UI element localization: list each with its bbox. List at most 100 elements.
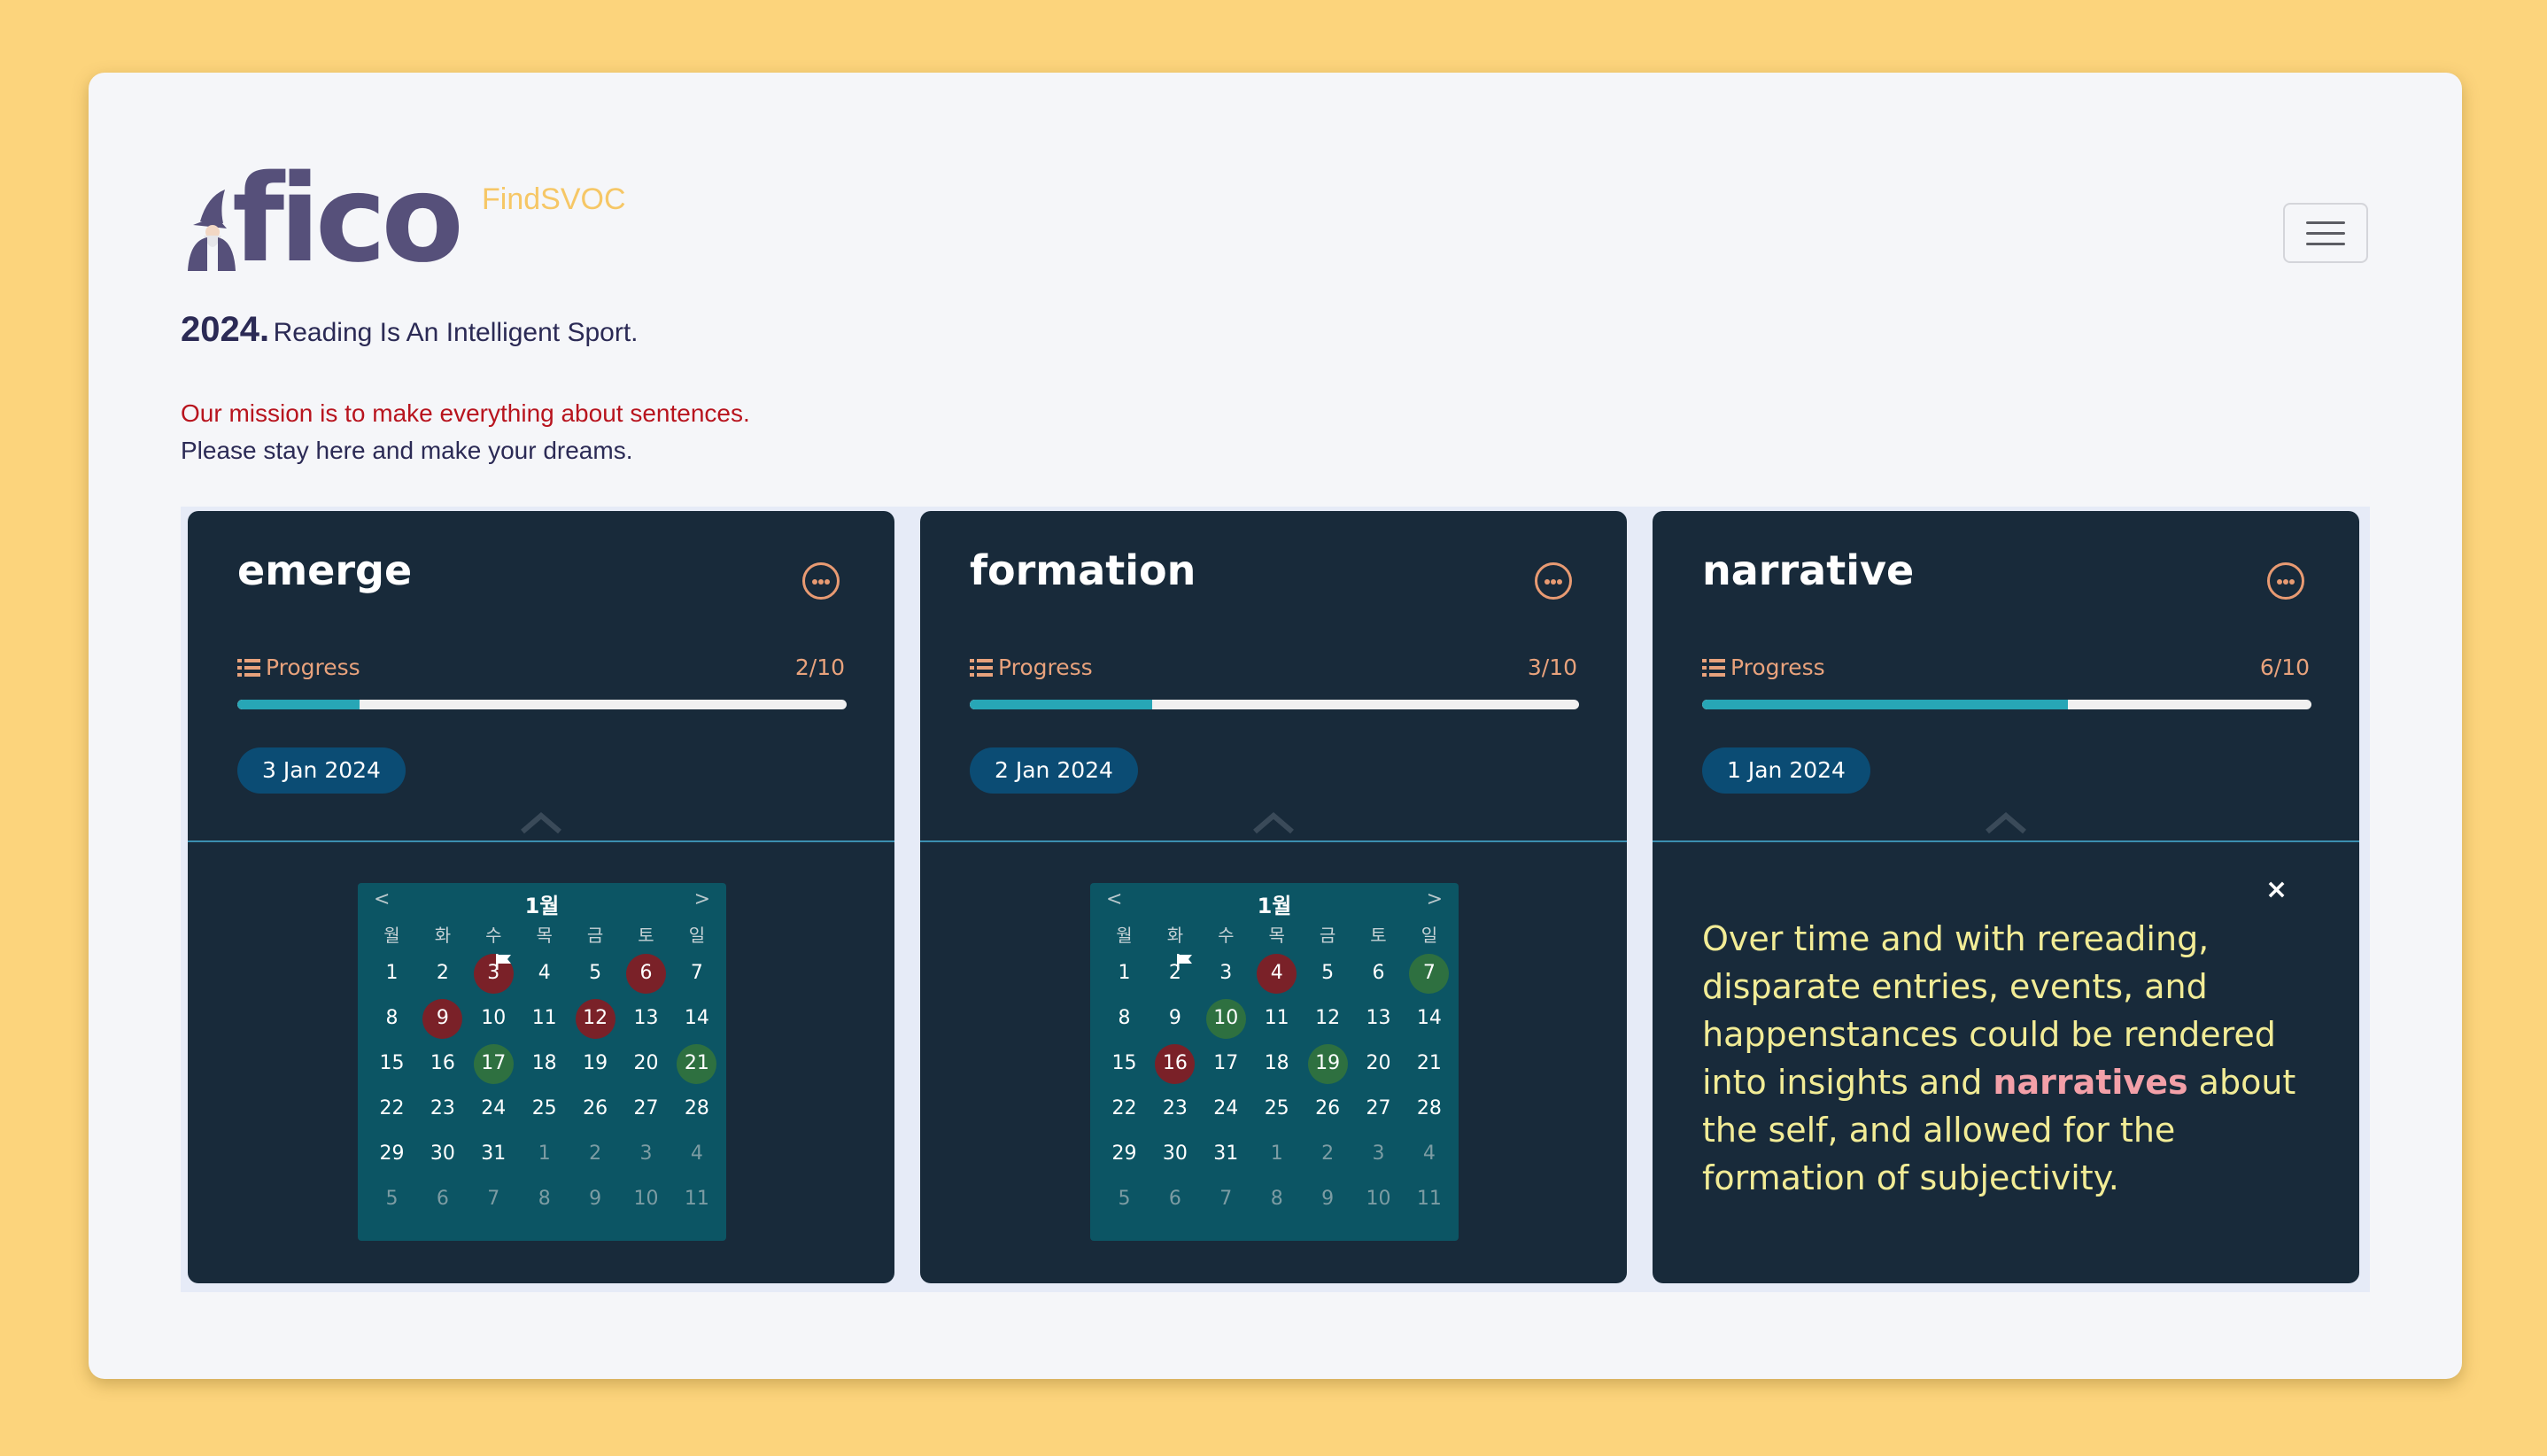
close-icon[interactable]: ×: [2265, 874, 2288, 905]
calendar-day[interactable]: 17: [468, 1041, 519, 1086]
calendar-day[interactable]: 11: [1251, 995, 1302, 1041]
calendar-day[interactable]: 4: [1251, 950, 1302, 995]
calendar-next-button[interactable]: >: [1427, 888, 1443, 910]
calendar-day[interactable]: 1: [1251, 1131, 1302, 1176]
calendar-day[interactable]: 27: [1353, 1086, 1404, 1131]
calendar-next-button[interactable]: >: [694, 888, 710, 910]
calendar-day[interactable]: 21: [1404, 1041, 1454, 1086]
calendar-day[interactable]: 3: [468, 950, 519, 995]
calendar-day[interactable]: 2: [417, 950, 468, 995]
calendar-day[interactable]: 5: [1099, 1176, 1150, 1221]
calendar-day[interactable]: 30: [1150, 1131, 1200, 1176]
calendar-day[interactable]: 11: [519, 995, 569, 1041]
calendar-day[interactable]: 24: [468, 1086, 519, 1131]
more-options-icon[interactable]: [1535, 562, 1572, 600]
calendar-day[interactable]: 1: [1099, 950, 1150, 995]
weekday-label: 수: [485, 925, 502, 946]
calendar-day[interactable]: 28: [671, 1086, 722, 1131]
calendar-day[interactable]: 9: [417, 995, 468, 1041]
more-options-icon[interactable]: [2267, 562, 2304, 600]
calendar-day[interactable]: 6: [1150, 1176, 1200, 1221]
calendar-day[interactable]: 29: [367, 1131, 417, 1176]
calendar-day[interactable]: 6: [1353, 950, 1404, 995]
calendar-day[interactable]: 3: [1353, 1131, 1404, 1176]
calendar-day[interactable]: 27: [621, 1086, 671, 1131]
calendar-day[interactable]: 23: [417, 1086, 468, 1131]
calendar-header: < 1월 >: [1090, 883, 1459, 920]
calendar-day[interactable]: 25: [519, 1086, 569, 1131]
calendar-day[interactable]: 11: [1404, 1176, 1454, 1221]
calendar-day[interactable]: 7: [671, 950, 722, 995]
calendar-day[interactable]: 17: [1201, 1041, 1251, 1086]
calendar-day[interactable]: 12: [1303, 995, 1353, 1041]
calendar-day[interactable]: 21: [671, 1041, 722, 1086]
calendar-day[interactable]: 9: [1303, 1176, 1353, 1221]
weekday-label: 토: [638, 925, 654, 946]
calendar-day[interactable]: 15: [1099, 1041, 1150, 1086]
calendar-day[interactable]: 16: [1150, 1041, 1200, 1086]
hamburger-menu-button[interactable]: [2283, 203, 2368, 263]
calendar-day[interactable]: 10: [621, 1176, 671, 1221]
calendar-day[interactable]: 25: [1251, 1086, 1302, 1131]
calendar-day[interactable]: 1: [519, 1131, 569, 1176]
calendar-day[interactable]: 24: [1201, 1086, 1251, 1131]
calendar-day[interactable]: 31: [468, 1131, 519, 1176]
calendar-day[interactable]: 13: [621, 995, 671, 1041]
calendar-day[interactable]: 7: [1201, 1176, 1251, 1221]
chevron-up-icon[interactable]: [1251, 809, 1296, 835]
calendar-day[interactable]: 9: [1150, 995, 1200, 1041]
calendar-day[interactable]: 26: [1303, 1086, 1353, 1131]
calendar-day[interactable]: 4: [519, 950, 569, 995]
calendar-day[interactable]: 7: [1404, 950, 1454, 995]
calendar-day[interactable]: 15: [367, 1041, 417, 1086]
calendar-day[interactable]: 8: [367, 995, 417, 1041]
calendar-day[interactable]: 2: [1150, 950, 1200, 995]
calendar-day[interactable]: 8: [1099, 995, 1150, 1041]
calendar-day[interactable]: 28: [1404, 1086, 1454, 1131]
calendar-day[interactable]: 12: [570, 995, 621, 1041]
calendar-day[interactable]: 6: [621, 950, 671, 995]
calendar-day[interactable]: 20: [621, 1041, 671, 1086]
calendar-day[interactable]: 30: [417, 1131, 468, 1176]
calendar-day[interactable]: 11: [671, 1176, 722, 1221]
calendar-day[interactable]: 26: [570, 1086, 621, 1131]
calendar-day[interactable]: 5: [1303, 950, 1353, 995]
calendar-day[interactable]: 10: [468, 995, 519, 1041]
calendar-day[interactable]: 2: [1303, 1131, 1353, 1176]
calendar-day[interactable]: 6: [417, 1176, 468, 1221]
calendar-day[interactable]: 14: [671, 995, 722, 1041]
more-options-icon[interactable]: [802, 562, 840, 600]
weekday-label: 일: [1421, 925, 1438, 946]
calendar-day[interactable]: 9: [570, 1176, 621, 1221]
menu-line: [2306, 243, 2345, 245]
calendar-day[interactable]: 5: [367, 1176, 417, 1221]
calendar-day[interactable]: 4: [671, 1131, 722, 1176]
calendar-day[interactable]: 20: [1353, 1041, 1404, 1086]
chevron-up-icon[interactable]: [519, 809, 563, 835]
calendar-day[interactable]: 8: [1251, 1176, 1302, 1221]
calendar-day[interactable]: 22: [1099, 1086, 1150, 1131]
calendar-day[interactable]: 1: [367, 950, 417, 995]
calendar-day[interactable]: 2: [570, 1131, 621, 1176]
calendar-day[interactable]: 13: [1353, 995, 1404, 1041]
calendar-day[interactable]: 18: [1251, 1041, 1302, 1086]
calendar-day[interactable]: 31: [1201, 1131, 1251, 1176]
calendar-day[interactable]: 22: [367, 1086, 417, 1131]
calendar-day[interactable]: 29: [1099, 1131, 1150, 1176]
calendar-day[interactable]: 10: [1353, 1176, 1404, 1221]
calendar-day[interactable]: 3: [621, 1131, 671, 1176]
calendar-day[interactable]: 14: [1404, 995, 1454, 1041]
calendar-day[interactable]: 7: [468, 1176, 519, 1221]
calendar-day[interactable]: 10: [1201, 995, 1251, 1041]
calendar-day[interactable]: 18: [519, 1041, 569, 1086]
calendar-day[interactable]: 19: [1303, 1041, 1353, 1086]
calendar-day[interactable]: 8: [519, 1176, 569, 1221]
calendar-day[interactable]: 4: [1404, 1131, 1454, 1176]
fico-logo[interactable]: fico FindSVOC: [181, 159, 626, 280]
calendar-day[interactable]: 19: [570, 1041, 621, 1086]
calendar-day[interactable]: 23: [1150, 1086, 1200, 1131]
chevron-up-icon[interactable]: [1984, 809, 2028, 835]
calendar-day[interactable]: 3: [1201, 950, 1251, 995]
calendar-day[interactable]: 5: [570, 950, 621, 995]
calendar-day[interactable]: 16: [417, 1041, 468, 1086]
